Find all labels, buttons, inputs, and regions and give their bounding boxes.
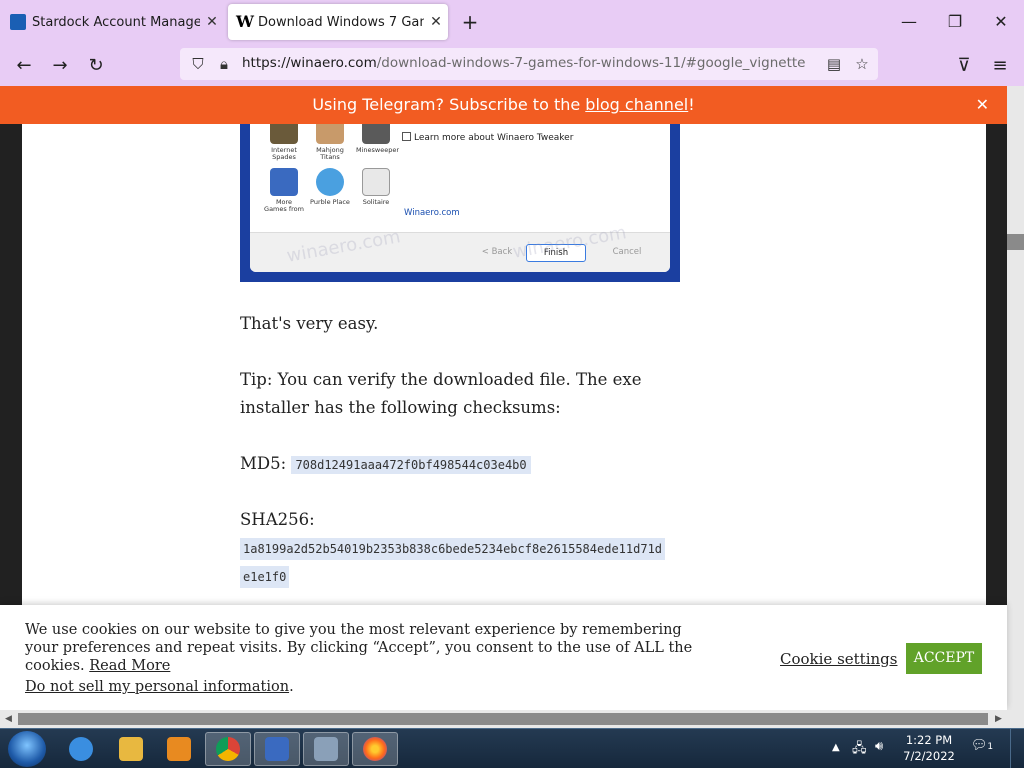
clock-date: 7/2/2022 [903, 749, 955, 763]
accept-button[interactable]: ACCEPT [906, 643, 982, 674]
banner-text: Using Telegram? Subscribe to the [312, 95, 586, 114]
game-item: Solitaire [356, 168, 396, 206]
stardock-icon [10, 14, 26, 30]
sha256-value-line-2: e1e1f0 [240, 566, 290, 588]
url-bar[interactable]: ⛉ 🔒︎ https://winaero.com/download-window… [180, 48, 878, 80]
sha256-value-line-1: 1a8199a2d52b54019b2353b838c6bede5234ebcf… [240, 538, 666, 560]
tab-title: Download Windows 7 Games for Windows 11 [258, 14, 424, 30]
do-not-sell-link[interactable]: Do not sell my personal information [25, 679, 289, 695]
sha256-label: SHA256: [240, 510, 315, 529]
dialog-cancel-button: Cancel [612, 247, 642, 257]
horizontal-scrollbar[interactable]: ◀ ▶ [0, 710, 1024, 728]
close-icon[interactable]: ✕ [200, 14, 224, 30]
file-explorer-icon[interactable] [108, 732, 154, 766]
game-item: Mahjong Titans [310, 124, 350, 161]
telegram-banner: Using Telegram? Subscribe to the blog ch… [0, 86, 1007, 124]
pocket-icon[interactable]: ⊽ [950, 52, 978, 80]
show-desktop-button[interactable] [1010, 729, 1024, 768]
new-tab-button[interactable]: + [458, 10, 482, 34]
maximize-button[interactable]: ❐ [932, 8, 978, 36]
game-item: Minesweeper [356, 124, 399, 154]
url-text[interactable]: https://winaero.com/download-windows-7-g… [242, 55, 805, 71]
banner-close-button[interactable]: ✕ [976, 86, 989, 124]
bookmark-star-icon[interactable]: ☆ [850, 52, 874, 76]
learn-more-checkbox: Learn more about Winaero Tweaker [402, 132, 573, 143]
internet-explorer-icon[interactable] [58, 732, 104, 766]
scroll-left-arrow-icon[interactable]: ◀ [0, 710, 17, 728]
banner-text-end: ! [688, 95, 695, 114]
tab-title: Stardock Account Management [32, 14, 200, 30]
tip-line-2: installer has the following checksums: [240, 398, 561, 417]
lock-icon[interactable]: 🔒︎ [212, 52, 236, 76]
vertical-scroll-thumb[interactable] [1007, 234, 1024, 250]
scroll-right-arrow-icon[interactable]: ▶ [990, 710, 1007, 728]
tab-stardock[interactable]: Stardock Account Management ✕ [2, 4, 224, 40]
installer-dialog: Internet Spades Mahjong Titans Minesweep… [250, 124, 670, 272]
md5-value: 708d12491aaa472f0bf498544c03e4b0 [291, 456, 531, 474]
system-clock[interactable]: 1:22 PM 7/2/2022 [900, 732, 958, 764]
action-center-icon[interactable]: 💬︎1 [970, 738, 994, 760]
game-item: Internet Spades [264, 124, 304, 161]
minimize-button[interactable]: — [886, 8, 932, 36]
md5-label: MD5: [240, 454, 287, 473]
horizontal-scroll-thumb[interactable] [18, 713, 988, 725]
clock-time: 1:22 PM [905, 733, 953, 747]
paragraph: That's very easy. [240, 314, 379, 333]
tab-winaero[interactable]: W Download Windows 7 Games for Windows 1… [228, 4, 448, 40]
url-domain: https://winaero.com [242, 55, 377, 71]
chrome-icon[interactable] [205, 732, 251, 766]
reload-button[interactable]: ↻ [82, 52, 110, 80]
tracking-shield-icon[interactable]: ⛉ [186, 52, 210, 76]
url-path: /download-windows-7-games-for-windows-11… [376, 55, 806, 71]
do-not-sell-line: Do not sell my personal information. [25, 679, 294, 695]
sandbox-icon[interactable] [254, 732, 300, 766]
start-button[interactable] [8, 731, 46, 767]
tip-line-1: Tip: You can verify the downloaded file.… [240, 370, 642, 389]
taskbar: ▲ 🖧︎ 🔊︎ 1:22 PM 7/2/2022 💬︎1 [0, 728, 1024, 768]
back-button[interactable]: ← [10, 52, 38, 80]
window-close-button[interactable]: ✕ [978, 8, 1024, 36]
winaero-link: Winaero.com [404, 208, 460, 218]
period: . [289, 679, 294, 695]
menu-icon[interactable]: ≡ [986, 52, 1014, 80]
cookie-settings-link[interactable]: Cookie settings [780, 650, 897, 668]
md5-line: MD5: 708d12491aaa472f0bf498544c03e4b0 [240, 450, 531, 479]
vertical-scrollbar[interactable] [1007, 86, 1024, 710]
blog-channel-link[interactable]: blog channel [585, 95, 688, 114]
forward-button[interactable]: → [46, 52, 74, 80]
game-item: More Games from [264, 168, 304, 213]
control-panel-icon[interactable] [303, 732, 349, 766]
close-icon[interactable]: ✕ [424, 14, 448, 30]
cookie-consent-bar: We use cookies on our website to give yo… [0, 605, 1007, 710]
reader-view-icon[interactable]: ▤ [822, 52, 846, 76]
article-screenshot: Internet Spades Mahjong Titans Minesweep… [240, 124, 680, 282]
read-more-link[interactable]: Read More [89, 658, 170, 674]
volume-icon[interactable]: 🔊︎ [875, 739, 883, 754]
firefox-icon[interactable] [352, 732, 398, 766]
notification-count: 1 [987, 742, 994, 752]
navigation-toolbar: ← → ↻ ⛉ 🔒︎ https://winaero.com/download-… [0, 44, 1024, 86]
tab-strip: Stardock Account Management ✕ W Download… [0, 0, 1024, 44]
cookie-text: We use cookies on our website to give yo… [25, 621, 695, 675]
network-icon[interactable]: 🖧︎ [852, 739, 867, 761]
show-hidden-icons-icon[interactable]: ▲ [832, 742, 840, 753]
media-player-icon[interactable] [156, 732, 202, 766]
winaero-w-icon: W [236, 12, 254, 31]
game-item: Purble Place [310, 168, 350, 206]
